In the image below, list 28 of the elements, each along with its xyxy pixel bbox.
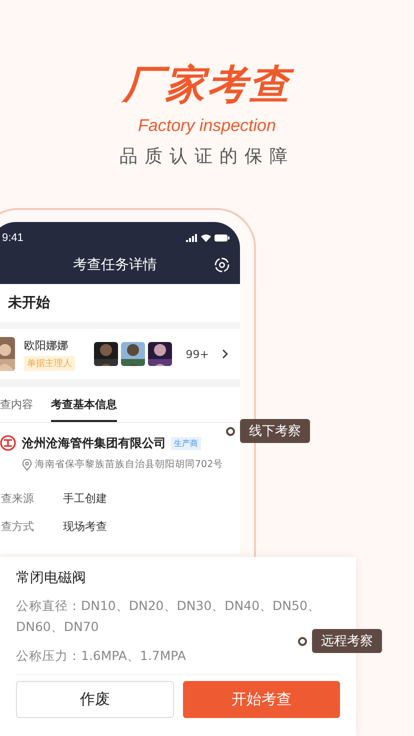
subtitle: Factory inspection [138,116,276,136]
battery-icon [214,234,230,242]
location-pin-icon [22,458,32,470]
wifi-icon [201,234,211,242]
field-label: 查方式 [1,519,35,534]
role-tag: 单据主理人 [24,356,75,370]
settings-icon[interactable] [214,257,230,273]
tagline: 品质认证的保障 [120,145,294,168]
field-value: 现场考查 [63,519,107,534]
product-name: 常闭电磁阀 [16,569,87,587]
product-spec: 公称压力：1.6MPA、1.7MPA [16,647,187,665]
callout-label: 线下考察 [240,419,310,443]
company-type-tag: 生产商 [171,437,201,450]
tab[interactable]: 考查基本信息 [51,387,117,422]
tab[interactable]: 查内容 [0,387,33,422]
callout-label: 远程考察 [312,629,382,653]
field-value: 手工创建 [63,491,107,506]
status-time: 9:41 [2,232,24,244]
field-label: 查来源 [1,491,35,506]
member-count: 99+ [186,348,209,360]
task-status: 未开始 [0,284,240,322]
company-name: 沧州沧海管件集团有限公司 [22,435,166,452]
void-button[interactable]: 作废 [16,681,174,718]
company-address: 海南省保亭黎族苗族自治县朝阳胡同702号 [35,458,224,471]
signal-icon [186,234,198,242]
owner-name: 欧阳娜娜 [24,338,69,352]
chevron-icon[interactable] [222,349,228,359]
screen-title: 考查任务详情 [73,256,157,274]
